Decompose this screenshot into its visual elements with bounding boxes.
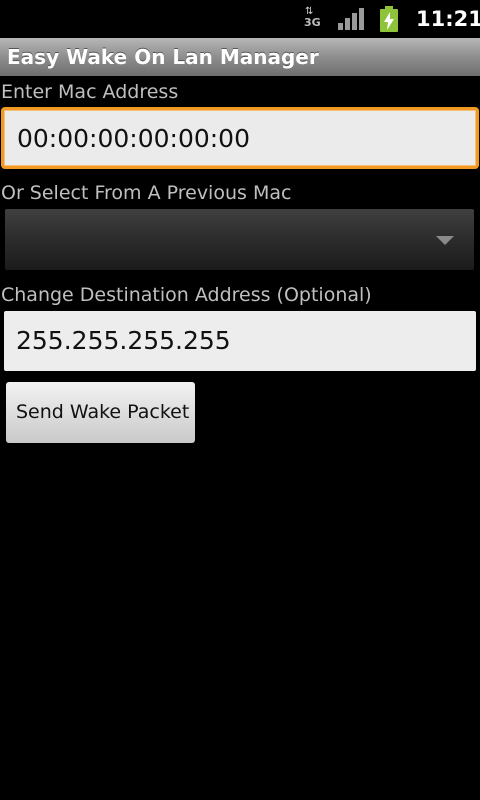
destination-address-value: 255.255.255.255: [16, 326, 231, 355]
title-bar: Easy Wake On Lan Manager: [0, 38, 480, 76]
previous-mac-dropdown[interactable]: [5, 209, 474, 270]
mac-address-input[interactable]: 00:00:00:00:00:00: [1, 107, 479, 169]
dropdown-caret-icon: [436, 236, 454, 245]
battery-charging-icon: [379, 6, 399, 32]
signal-strength-icon: [338, 8, 364, 30]
network-3g-icon: ⇅ 3G: [303, 7, 323, 31]
network-type-label: 3G: [304, 16, 321, 29]
destination-address-input[interactable]: 255.255.255.255: [4, 311, 476, 371]
screen: ⇅ 3G 11:21 Easy Wake On Lan Manager Ente…: [0, 0, 480, 800]
mac-address-label: Enter Mac Address: [1, 81, 179, 103]
mac-address-value: 00:00:00:00:00:00: [17, 124, 250, 153]
send-wake-packet-label: Send Wake Packet: [16, 401, 190, 423]
app-title: Easy Wake On Lan Manager: [7, 45, 319, 69]
previous-mac-label: Or Select From A Previous Mac: [1, 182, 292, 204]
status-clock: 11:21: [416, 7, 480, 31]
send-wake-packet-button[interactable]: Send Wake Packet: [6, 382, 195, 443]
status-bar: ⇅ 3G 11:21: [0, 0, 480, 38]
destination-address-label: Change Destination Address (Optional): [1, 284, 372, 306]
